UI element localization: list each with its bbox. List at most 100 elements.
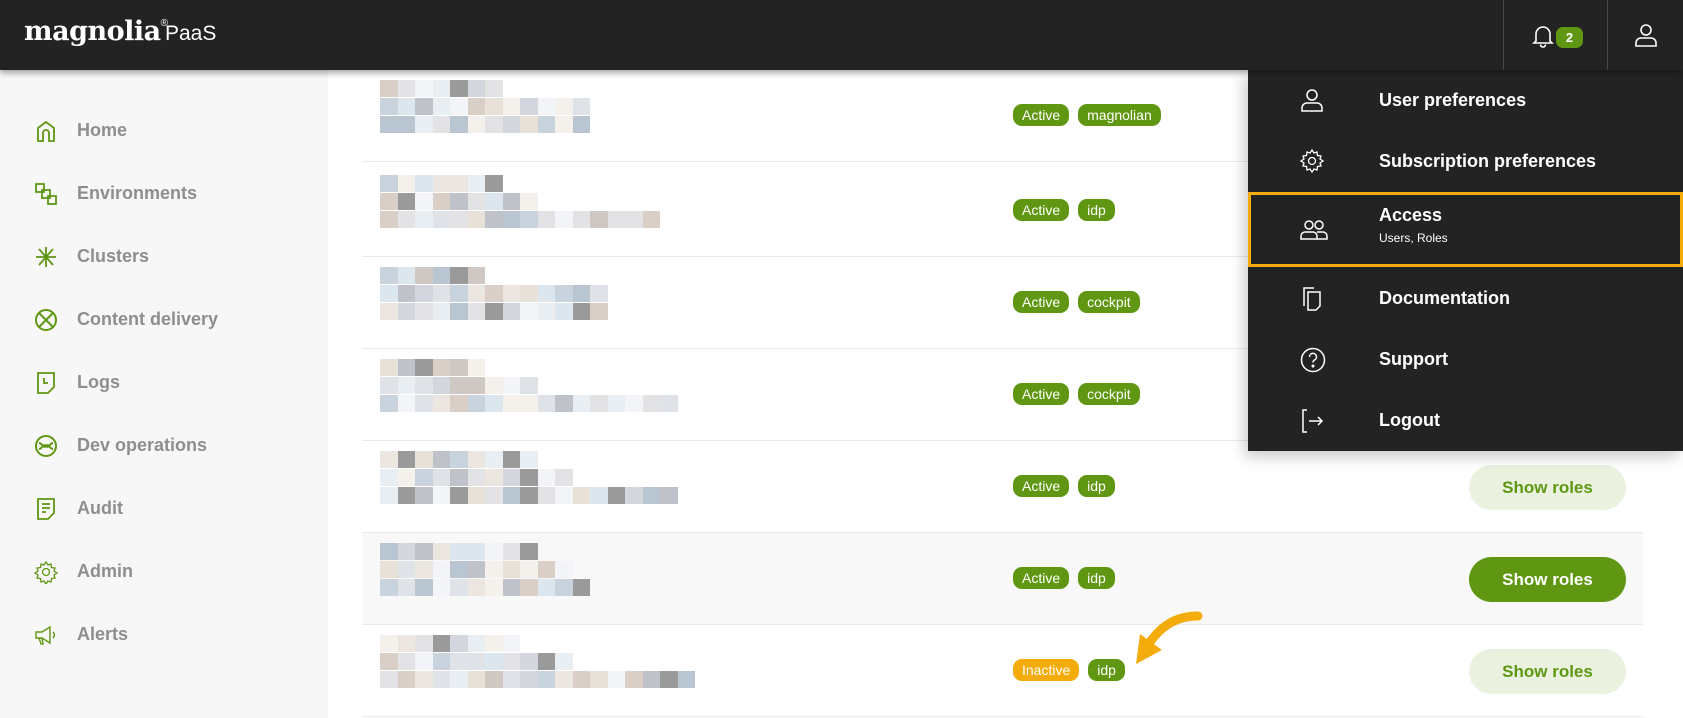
sidebar-item-clusters[interactable]: Clusters [0, 231, 328, 281]
menu-item-support[interactable]: Support [1248, 329, 1683, 391]
menu-item-user-preferences[interactable]: User preferences [1248, 70, 1683, 132]
redaction-pixel [555, 303, 573, 320]
sidebar-item-environments[interactable]: Environments [0, 168, 328, 218]
redaction-pixel [397, 451, 415, 468]
users-icon [1300, 220, 1328, 240]
redaction-pixel [397, 653, 415, 670]
redaction-pixel [572, 116, 590, 133]
redaction-pixel [432, 193, 450, 210]
sidebar-item-dev-operations[interactable]: Dev operations [0, 420, 328, 470]
redaction-pixel [450, 487, 468, 504]
redaction-pixel [415, 377, 433, 394]
redaction-pixel [467, 451, 485, 468]
menu-item-label: Documentation [1379, 288, 1511, 308]
redaction-pixel [537, 98, 555, 115]
redaction-pixel [380, 116, 398, 133]
redaction-pixel [520, 377, 538, 394]
menu-item-subscription-preferences[interactable]: Subscription preferences [1248, 131, 1683, 193]
redaction-pixel [415, 671, 433, 688]
sidebar-item-alerts[interactable]: Alerts [0, 609, 328, 659]
menu-item-logout[interactable]: Logout [1248, 390, 1683, 452]
menu-item-documentation[interactable]: Documentation [1248, 268, 1683, 330]
redaction-pixel [607, 395, 625, 412]
notification-count-badge: 2 [1556, 27, 1583, 48]
redaction-pixel [467, 671, 485, 688]
sidebar-item-audit[interactable]: Audit [0, 483, 328, 533]
redaction-pixel [555, 395, 573, 412]
redaction-pixel [502, 561, 520, 578]
redaction-pixel [380, 80, 398, 97]
redaction-pixel [485, 193, 503, 210]
redaction-pixel [467, 561, 485, 578]
redaction-pixel [432, 359, 450, 376]
redaction-pixel [590, 671, 608, 688]
sidebar-item-home[interactable]: Home [0, 105, 328, 155]
redaction-pixel [555, 211, 573, 228]
redaction-pixel [520, 671, 538, 688]
redaction-pixel [572, 579, 590, 596]
redaction-pixel [485, 653, 503, 670]
redaction-pixel [502, 303, 520, 320]
redaction-pixel [607, 211, 625, 228]
redaction-pixel [397, 561, 415, 578]
sidebar-item-label: Dev operations [77, 435, 208, 455]
redaction-pixel [572, 487, 590, 504]
show-roles-button[interactable]: Show roles [1469, 465, 1626, 510]
account-menu-button[interactable] [1608, 0, 1683, 70]
redacted-user-info [380, 80, 800, 155]
redaction-pixel [467, 377, 485, 394]
redaction-pixel [555, 671, 573, 688]
redacted-user-info [380, 267, 800, 342]
redaction-pixel [537, 653, 555, 670]
redaction-pixel [485, 80, 503, 97]
redaction-pixel [660, 487, 678, 504]
redacted-user-info [380, 359, 800, 434]
redaction-pixel [467, 359, 485, 376]
sidebar-item-admin[interactable]: Admin [0, 546, 328, 596]
redaction-pixel [485, 303, 503, 320]
redaction-pixel [432, 211, 450, 228]
notifications-button[interactable]: 2 [1503, 0, 1607, 70]
redaction-pixel [415, 80, 433, 97]
redaction-pixel [625, 211, 643, 228]
redaction-pixel [432, 303, 450, 320]
status-badge: Active [1013, 475, 1070, 497]
source-badge: cockpit [1078, 291, 1140, 313]
redaction-pixel [432, 98, 450, 115]
sidebar-item-logs[interactable]: Logs [0, 357, 328, 407]
table-row: Active idp Show roles [362, 441, 1643, 533]
redaction-pixel [467, 543, 485, 560]
redaction-pixel [520, 653, 538, 670]
show-roles-button[interactable]: Show roles [1469, 557, 1626, 602]
sidebar-item-content-delivery[interactable]: Content delivery [0, 294, 328, 344]
redaction-pixel [415, 175, 433, 192]
sidebar-item-label: Audit [77, 498, 123, 518]
redaction-pixel [485, 543, 503, 560]
redaction-pixel [520, 487, 538, 504]
redaction-pixel [485, 671, 503, 688]
home-icon [37, 120, 55, 142]
redaction-pixel [415, 579, 433, 596]
redaction-pixel [432, 561, 450, 578]
redacted-user-info [380, 451, 800, 526]
redaction-pixel [572, 395, 590, 412]
redaction-pixel [397, 267, 415, 284]
redaction-pixel [380, 175, 398, 192]
redaction-pixel [450, 469, 468, 486]
redaction-pixel [397, 359, 415, 376]
redaction-pixel [415, 285, 433, 302]
show-roles-button[interactable]: Show roles [1469, 649, 1626, 694]
magnolia-logo[interactable]: magnolia® [24, 16, 168, 47]
redaction-pixel [502, 487, 520, 504]
redaction-pixel [537, 211, 555, 228]
redaction-pixel [485, 285, 503, 302]
redaction-pixel [415, 211, 433, 228]
menu-item-access[interactable]: Access Users, Roles [1248, 192, 1683, 267]
redaction-pixel [450, 303, 468, 320]
source-badge: idp [1078, 567, 1115, 589]
redaction-pixel [590, 285, 608, 302]
redaction-pixel [397, 487, 415, 504]
user-icon [1635, 24, 1657, 47]
redaction-pixel [415, 543, 433, 560]
redaction-pixel [450, 211, 468, 228]
